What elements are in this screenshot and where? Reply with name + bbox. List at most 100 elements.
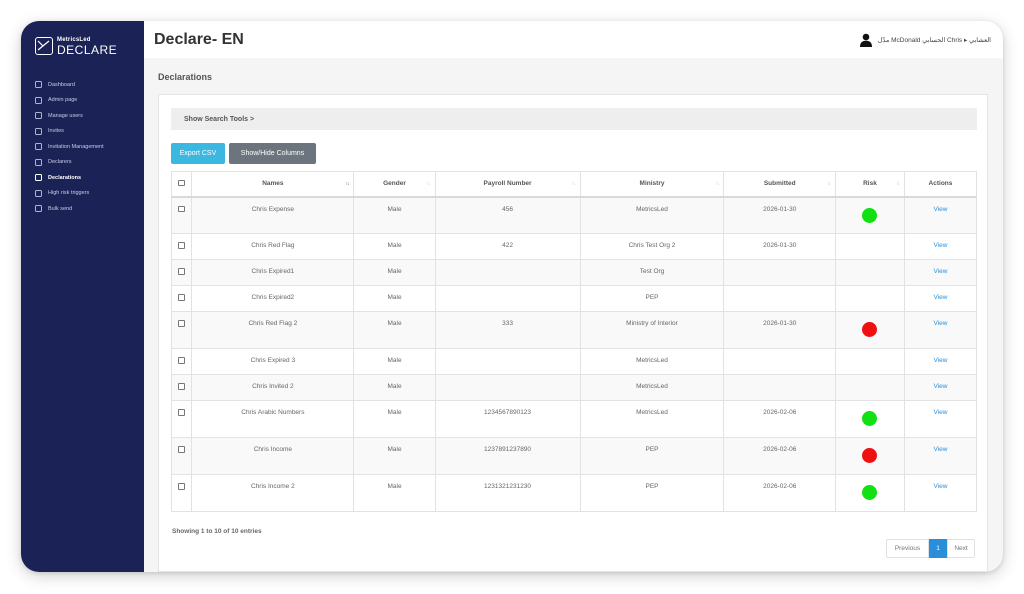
cell-gender: Male: [353, 233, 436, 260]
cell-payroll: [434, 348, 581, 375]
sidebar-item-manage-users[interactable]: Manage users: [21, 108, 144, 124]
row-checkbox[interactable]: [178, 242, 185, 249]
view-link[interactable]: View: [933, 206, 947, 213]
cell-submitted: 2026-02-06: [723, 400, 836, 438]
view-link[interactable]: View: [933, 268, 947, 275]
declarer-name: Chris Red Flag 2: [248, 320, 298, 327]
row-checkbox[interactable]: [178, 294, 185, 301]
cell-payroll: 1237891237890: [434, 437, 581, 475]
column-header-payroll[interactable]: Payroll Number ↑↓: [434, 171, 581, 198]
view-link[interactable]: View: [933, 320, 947, 327]
view-link[interactable]: View: [933, 357, 947, 364]
page-title: Declare- EN: [154, 30, 244, 48]
cell-ministry: MetricsLed: [579, 374, 725, 401]
row-select-cell[interactable]: [170, 374, 193, 401]
cell-risk: [835, 400, 905, 438]
cell-name: Chris Expired1: [191, 259, 355, 286]
payroll-number: 333: [502, 320, 513, 327]
cell-actions: View: [903, 400, 978, 438]
sort-icon: ↑↓: [571, 180, 576, 187]
row-select-cell[interactable]: [170, 311, 193, 349]
cell-actions: View: [903, 311, 978, 349]
sidebar-item-dashboard[interactable]: Dashboard: [21, 77, 144, 93]
row-checkbox[interactable]: [178, 483, 185, 490]
gender-value: Male: [387, 320, 402, 327]
column-header-ministry[interactable]: Ministry ↑↓: [579, 171, 725, 198]
column-header-submitted[interactable]: Submitted ↑↓: [723, 171, 836, 198]
brand-logo[interactable]: MetricsLed DECLARE: [21, 35, 144, 57]
row-select-cell[interactable]: [170, 474, 193, 512]
cell-name: Chris Invited 2: [191, 374, 355, 401]
sort-icon: ↑↓: [895, 180, 900, 187]
row-select-cell[interactable]: [170, 348, 193, 375]
cell-risk: [835, 233, 905, 260]
sidebar-item-admin-page[interactable]: Admin page: [21, 93, 144, 109]
page-1-button[interactable]: 1: [929, 539, 947, 558]
payroll-number: 422: [502, 242, 513, 249]
cell-submitted: 2026-01-30: [723, 196, 836, 234]
sidebar-item-declarers[interactable]: Declarers: [21, 155, 144, 171]
user-menu[interactable]: مدّل McDonald الحسابي Chris ▸ العشابي: [859, 33, 991, 47]
declarations-table: Names ↑↓ Gender ↑↓ Payroll Number ↑↓ Minist…: [170, 171, 978, 512]
ministry-value: MetricsLed: [636, 205, 668, 213]
row-select-cell[interactable]: [170, 259, 193, 286]
show-hide-columns-button[interactable]: Show/Hide Columns: [229, 143, 316, 164]
row-select-cell[interactable]: [170, 285, 193, 312]
sidebar-item-declarations[interactable]: Declarations: [21, 170, 144, 186]
ministry-value: Chris Test Org 2: [628, 242, 676, 249]
top-bar: Declare- EN مدّل McDonald الحسابي Chris …: [144, 21, 1003, 58]
row-checkbox[interactable]: [178, 383, 185, 390]
view-link[interactable]: View: [933, 242, 947, 249]
table-row: Chris Red Flag 2 Male 333 Ministry of Inter…: [170, 311, 978, 349]
row-checkbox[interactable]: [178, 268, 185, 275]
submitted-date: 2026-02-06: [763, 409, 797, 416]
column-header-gender[interactable]: Gender ↑↓: [353, 171, 436, 198]
row-checkbox[interactable]: [178, 205, 185, 212]
cell-ministry: Chris Test Org 2: [579, 233, 725, 260]
gender-value: Male: [387, 409, 402, 416]
view-link[interactable]: View: [933, 483, 947, 490]
view-link[interactable]: View: [933, 383, 947, 390]
row-checkbox[interactable]: [178, 320, 185, 327]
sidebar-item-invitation-management[interactable]: Invitation Management: [21, 139, 144, 155]
gender-value: Male: [387, 294, 402, 301]
sidebar-item-high-risk-triggers[interactable]: High risk triggers: [21, 186, 144, 202]
gender-value: Male: [387, 357, 402, 364]
table-row: Chris Arabic Numbers Male 1234567890123 Met…: [170, 400, 978, 438]
cell-actions: View: [903, 196, 978, 234]
row-select-cell[interactable]: [170, 437, 193, 475]
send-icon: [35, 205, 42, 213]
cell-payroll: [434, 374, 581, 401]
column-header-risk[interactable]: Risk ↑↓: [835, 171, 905, 198]
previous-page-button[interactable]: Previous: [886, 539, 929, 558]
select-all-checkbox[interactable]: [178, 179, 185, 186]
row-checkbox[interactable]: [178, 446, 185, 453]
sidebar-item-bulk-send[interactable]: Bulk send: [21, 201, 144, 217]
ministry-value: Ministry of Interior: [626, 320, 678, 327]
ministry-value: PEP: [645, 483, 659, 490]
row-select-cell[interactable]: [170, 400, 193, 438]
cell-gender: Male: [353, 285, 436, 312]
export-csv-button[interactable]: Export CSV: [171, 143, 225, 164]
cell-submitted: [723, 348, 836, 375]
view-link[interactable]: View: [933, 446, 947, 453]
table-row: Chris Expired 3 Male MetricsLed View: [170, 348, 978, 375]
row-select-cell[interactable]: [170, 196, 193, 234]
sidebar-item-invites[interactable]: Invites: [21, 124, 144, 140]
payroll-number: 1237891237890: [484, 446, 532, 453]
view-link[interactable]: View: [933, 409, 947, 416]
column-header-names[interactable]: Names ↑↓: [191, 171, 355, 198]
brand-company: MetricsLed: [57, 36, 91, 43]
declarations-card: Show Search Tools > Export CSV Show/Hide…: [158, 94, 988, 572]
select-all-column[interactable]: [170, 171, 193, 198]
row-select-cell[interactable]: [170, 233, 193, 260]
view-link[interactable]: View: [933, 294, 947, 301]
cell-ministry: PEP: [579, 285, 725, 312]
table-row: Chris Invited 2 Male MetricsLed View: [170, 374, 978, 401]
cell-ministry: PEP: [579, 437, 725, 475]
search-tools-toggle[interactable]: Show Search Tools >: [171, 108, 977, 130]
ministry-value: MetricsLed: [636, 383, 668, 390]
next-page-button[interactable]: Next: [947, 539, 975, 558]
row-checkbox[interactable]: [178, 357, 185, 364]
row-checkbox[interactable]: [178, 409, 185, 416]
